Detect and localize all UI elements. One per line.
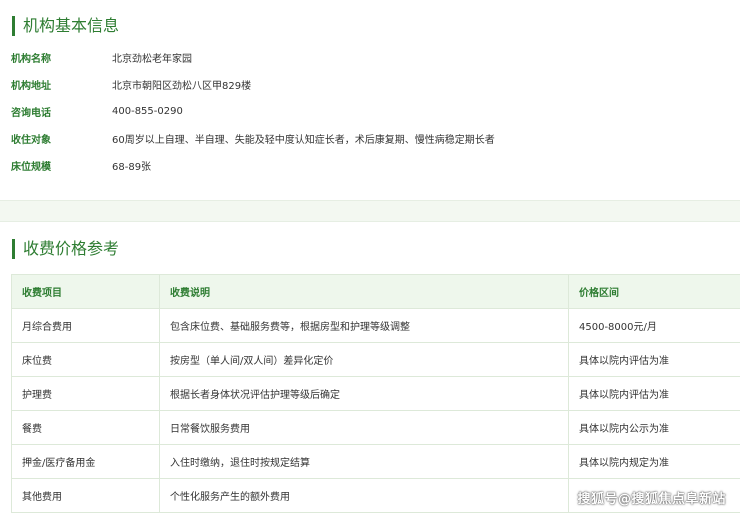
info-row-phone: 咨询电话 400-855-0290 — [11, 103, 183, 119]
info-label: 咨询电话 — [11, 107, 51, 119]
info-row-address: 机构地址 北京市朝阳区劲松八区甲829楼 — [11, 76, 251, 92]
cell-item: 餐费 — [11, 410, 160, 445]
title-accent-bar — [12, 16, 15, 36]
info-label: 床位规模 — [11, 161, 51, 173]
cell-price: 4500-8000元/月 — [568, 308, 740, 343]
cell-price: 具体以院内评估为准 — [568, 376, 740, 411]
header-item: 收费项目 — [11, 274, 160, 309]
cell-desc: 包含床位费、基础服务费等，根据房型和护理等级调整 — [159, 308, 569, 343]
cell-item: 床位费 — [11, 342, 160, 377]
cell-desc: 根据长者身体状况评估护理等级后确定 — [159, 376, 569, 411]
cell-desc: 入住时缴纳，退住时按规定结算 — [159, 444, 569, 479]
info-label: 收住对象 — [11, 134, 51, 146]
org-info-section: 机构基本信息 机构名称 北京劲松老年家园 机构地址 北京市朝阳区劲松八区甲829… — [0, 0, 740, 200]
cell-price: 具体以院内规定为准 — [568, 444, 740, 479]
table-header-row: 收费项目 收费说明 价格区间 — [11, 274, 740, 309]
org-info-title-text: 机构基本信息 — [23, 16, 120, 35]
cell-item: 月综合费用 — [11, 308, 160, 343]
cell-item: 护理费 — [11, 376, 160, 411]
info-value: 60周岁以上自理、半自理、失能及轻中度认知症长者，术后康复期、慢性病稳定期长者 — [112, 134, 495, 146]
table-row: 护理费 根据长者身体状况评估护理等级后确定 具体以院内评估为准 — [11, 376, 740, 411]
table-row: 押金/医疗备用金 入住时缴纳，退住时按规定结算 具体以院内规定为准 — [11, 444, 740, 479]
table-row: 月综合费用 包含床位费、基础服务费等，根据房型和护理等级调整 4500-8000… — [11, 308, 740, 343]
info-value: 北京劲松老年家园 — [112, 53, 192, 65]
table-row: 餐费 日常餐饮服务费用 具体以院内公示为准 — [11, 410, 740, 445]
info-label: 机构名称 — [11, 53, 51, 65]
info-row-target: 收住对象 60周岁以上自理、半自理、失能及轻中度认知症长者，术后康复期、慢性病稳… — [11, 130, 495, 146]
table-row: 床位费 按房型（单人间/双人间）差异化定价 具体以院内评估为准 — [11, 342, 740, 377]
cell-item: 押金/医疗备用金 — [11, 444, 160, 479]
info-row-name: 机构名称 北京劲松老年家园 — [11, 49, 192, 65]
cell-price: 具体以院内公示为准 — [568, 410, 740, 445]
cell-desc: 按房型（单人间/双人间）差异化定价 — [159, 342, 569, 377]
phone-number: 400-855-0290 — [112, 105, 183, 117]
info-label: 机构地址 — [11, 80, 51, 92]
org-info-title: 机构基本信息 — [12, 16, 119, 36]
cell-price: 具体以院内评估为准 — [568, 342, 740, 377]
cell-item: 其他费用 — [11, 478, 160, 513]
watermark: 搜狐号@搜狐焦点阜新站 — [577, 492, 726, 507]
price-title-text: 收费价格参考 — [23, 239, 120, 258]
header-desc: 收费说明 — [159, 274, 569, 309]
price-title: 收费价格参考 — [12, 239, 119, 259]
cell-desc: 日常餐饮服务费用 — [159, 410, 569, 445]
section-divider — [0, 200, 740, 222]
info-value: 北京市朝阳区劲松八区甲829楼 — [112, 80, 252, 92]
cell-desc: 个性化服务产生的额外费用 — [159, 478, 569, 513]
info-value: 68-89张 — [112, 161, 152, 173]
info-row-beds: 床位规模 68-89张 — [11, 157, 151, 173]
price-table: 收费项目 收费说明 价格区间 月综合费用 包含床位费、基础服务费等，根据房型和护… — [11, 274, 740, 513]
header-price: 价格区间 — [568, 274, 740, 309]
title-accent-bar — [12, 239, 15, 259]
